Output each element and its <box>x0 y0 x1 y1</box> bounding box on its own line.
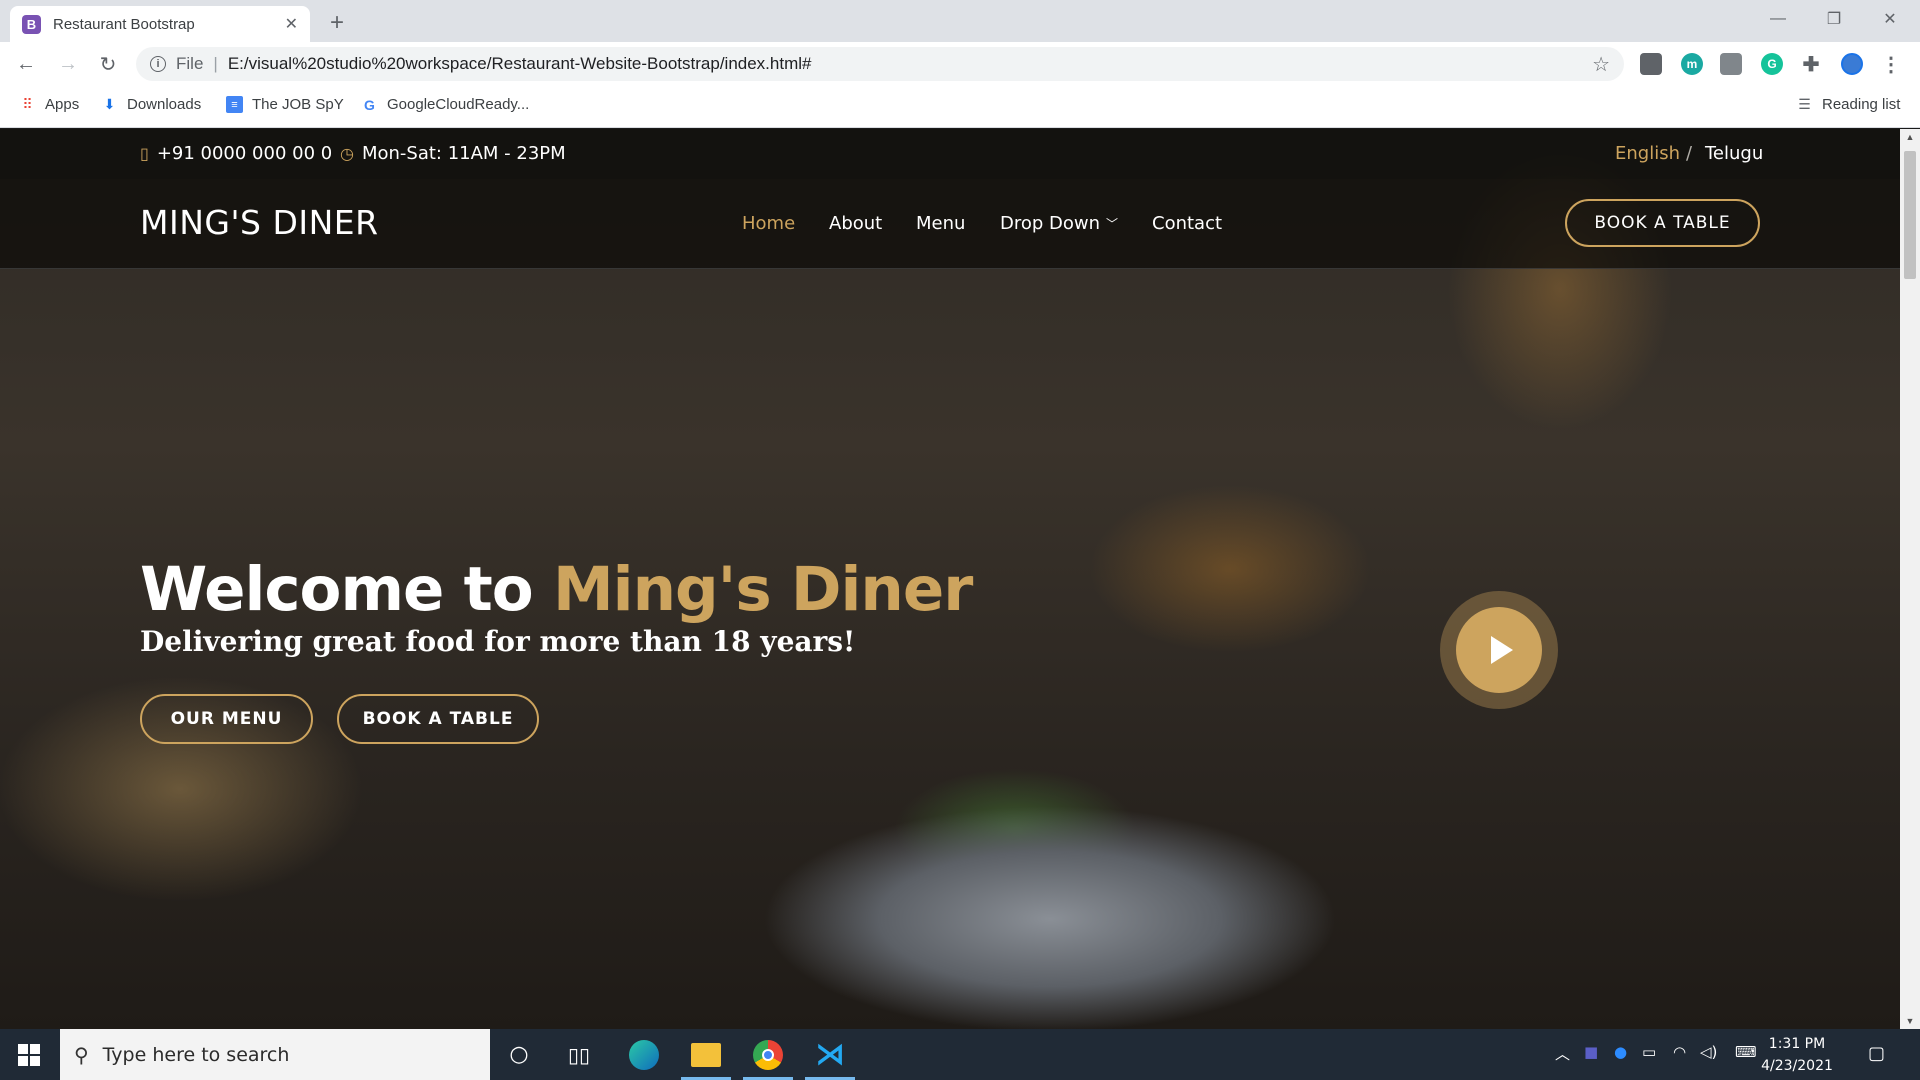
book-a-table-header-button[interactable]: BOOK A TABLE <box>1565 199 1760 247</box>
tab-close-icon[interactable]: ✕ <box>285 14 298 34</box>
bookmark-label: GoogleCloudReady... <box>387 96 530 113</box>
page-scrollbar[interactable]: ▲ ▼ <box>1900 129 1920 1029</box>
nav-menu[interactable]: Menu <box>916 213 965 234</box>
docs-icon: ≡ <box>226 96 243 113</box>
top-info-bar: ▯ +91 0000 000 00 0 ◷ Mon-Sat: 11AM - 23… <box>0 129 1900 179</box>
phone-info: ▯ +91 0000 000 00 0 <box>140 143 332 164</box>
bookmark-label: Apps <box>45 96 80 113</box>
bookmark-star-icon[interactable]: ☆ <box>1592 52 1610 77</box>
clock-icon: ◷ <box>340 144 354 163</box>
windows-logo-icon <box>18 1043 40 1066</box>
url-scheme: File <box>176 54 204 73</box>
bookmark-apps[interactable]: ⠿ Apps <box>19 96 79 113</box>
scroll-down-arrow-icon[interactable]: ▼ <box>1900 1013 1920 1029</box>
nav-home[interactable]: Home <box>742 213 795 234</box>
new-tab-button[interactable]: + <box>322 8 352 38</box>
extensions-puzzle-icon[interactable]: ✚ <box>1800 53 1822 76</box>
reload-button[interactable]: ↻ <box>92 48 124 80</box>
hero-title-prefix: Welcome to <box>140 554 534 625</box>
menu-kebab-icon[interactable]: ⋮ <box>1880 53 1902 76</box>
site-header: MING'S DINER Home About Menu Drop Down ﹀… <box>0 179 1900 269</box>
opening-hours: Mon-Sat: 11AM - 23PM <box>361 143 566 164</box>
nav-dropdown[interactable]: Drop Down ﹀ <box>1000 213 1118 234</box>
scrollbar-thumb[interactable] <box>1904 151 1916 279</box>
google-icon: G <box>364 96 375 113</box>
bookmark-downloads[interactable]: ⬇ Downloads <box>101 96 202 113</box>
minimize-button[interactable]: — <box>1750 0 1806 38</box>
hero-book-a-table-button[interactable]: BOOK A TABLE <box>337 694 539 744</box>
lang-telugu-link[interactable]: Telugu <box>1705 143 1763 164</box>
lang-english-link[interactable]: English <box>1615 143 1680 164</box>
profile-avatar-icon[interactable] <box>1841 53 1863 75</box>
hours-info: ◷ Mon-Sat: 11AM - 23PM <box>340 143 566 164</box>
play-button-circle <box>1456 607 1542 693</box>
bookmarks-bar: ⠿ Apps ⬇ Downloads ≡ The JOB SpY G Googl… <box>0 86 1920 128</box>
grammarly-extension-icon[interactable]: G <box>1761 53 1783 75</box>
scroll-up-arrow-icon[interactable]: ▲ <box>1900 129 1920 145</box>
forward-button[interactable]: → <box>52 48 84 80</box>
search-placeholder: Type here to search <box>102 1043 290 1066</box>
search-icon: ⚲ <box>74 1042 89 1067</box>
page-viewport: ▯ +91 0000 000 00 0 ◷ Mon-Sat: 11AM - 23… <box>0 129 1900 1029</box>
nav-about[interactable]: About <box>829 213 882 234</box>
address-bar[interactable]: i File | E:/visual%20studio%20workspace/… <box>136 47 1624 81</box>
our-menu-button[interactable]: OUR MENU <box>140 694 313 744</box>
play-icon <box>1491 636 1513 664</box>
play-video-button[interactable] <box>1440 591 1558 709</box>
phone-icon: ▯ <box>140 144 149 163</box>
phone-number: +91 0000 000 00 0 <box>156 143 333 164</box>
back-button[interactable]: ← <box>10 48 42 80</box>
reading-list-icon: ☰ <box>1798 96 1811 112</box>
teams-icon[interactable]: ■ <box>1584 1043 1598 1061</box>
start-button[interactable] <box>0 1029 58 1080</box>
hero-subtitle: Delivering great food for more than 18 y… <box>140 625 856 658</box>
windows-taskbar: ⚲ Type here to search ○ ▯▯ ⋊ ︿ ■ ● ▭ ◠ ◁… <box>0 1029 1920 1080</box>
bootstrap-favicon-icon: B <box>22 14 41 34</box>
site-logo[interactable]: MING'S DINER <box>140 203 379 242</box>
hero-title: Welcome to Ming's Diner <box>140 554 973 625</box>
reading-list-label: Reading list <box>1822 96 1901 113</box>
browser-tab-strip: B Restaurant Bootstrap ✕ + — ❐ ✕ <box>0 0 1920 42</box>
download-icon: ⬇ <box>103 96 116 112</box>
url-text: E:/visual%20studio%20workspace/Restauran… <box>227 54 812 73</box>
nav-dropdown-label: Drop Down <box>1000 213 1101 234</box>
url-separator: | <box>213 54 218 73</box>
volume-icon[interactable]: ◁) <box>1700 1043 1717 1061</box>
zoom-icon[interactable]: ● <box>1614 1043 1627 1061</box>
taskbar-search-box[interactable]: ⚲ Type here to search <box>60 1029 490 1080</box>
browser-toolbar: ← → ↻ i File | E:/visual%20studio%20work… <box>0 42 1920 86</box>
file-explorer-icon[interactable] <box>677 1029 735 1080</box>
bookmark-googlecloudready[interactable]: G GoogleCloudReady... <box>361 96 529 113</box>
restore-button[interactable]: ❐ <box>1806 0 1862 38</box>
clock-time: 1:31 PM <box>1768 1036 1826 1052</box>
bookmark-job-spy[interactable]: ≡ The JOB SpY <box>226 96 344 113</box>
wifi-icon[interactable]: ◠ <box>1673 1043 1686 1061</box>
site-info-icon[interactable]: i <box>150 56 166 72</box>
hero-title-accent: Ming's Diner <box>552 554 973 625</box>
show-hidden-icons-chevron-icon[interactable]: ︿ <box>1555 1043 1570 1064</box>
notifications-icon[interactable]: ▢ <box>1868 1043 1885 1064</box>
battery-icon[interactable]: ▭ <box>1642 1043 1656 1061</box>
chrome-icon[interactable] <box>739 1029 797 1080</box>
browser-tab[interactable]: B Restaurant Bootstrap ✕ <box>10 6 310 42</box>
bookmark-label: The JOB SpY <box>252 96 344 113</box>
tab-title: Restaurant Bootstrap <box>53 15 195 33</box>
camera-extension-icon[interactable] <box>1720 53 1742 75</box>
cortana-icon[interactable]: ○ <box>490 1029 548 1080</box>
lang-separator: / <box>1686 143 1693 164</box>
shield-extension-icon[interactable] <box>1640 53 1662 75</box>
chevron-down-icon: ﹀ <box>1106 217 1119 231</box>
nav-contact[interactable]: Contact <box>1152 213 1222 234</box>
edge-icon[interactable] <box>615 1029 673 1080</box>
bookmark-label: Downloads <box>127 96 202 113</box>
close-window-button[interactable]: ✕ <box>1862 0 1918 38</box>
taskbar-clock[interactable]: 1:31 PM 4/23/2021 <box>1752 1033 1842 1077</box>
apps-grid-icon: ⠿ <box>22 96 33 112</box>
m-extension-icon[interactable]: m <box>1681 53 1703 75</box>
clock-date: 4/23/2021 <box>1761 1058 1833 1074</box>
vscode-icon[interactable]: ⋊ <box>801 1029 859 1080</box>
reading-list-button[interactable]: ☰ Reading list <box>1796 96 1900 113</box>
task-view-icon[interactable]: ▯▯ <box>550 1029 608 1080</box>
